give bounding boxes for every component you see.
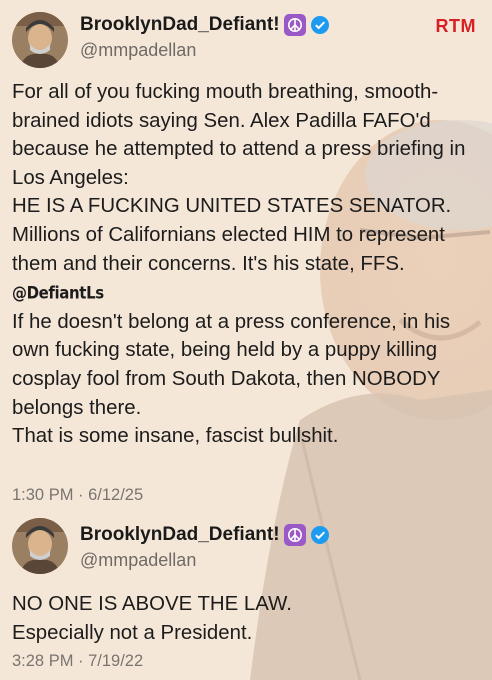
handle[interactable]: @mmpadellan	[80, 40, 196, 61]
tweet-paragraph: For all of you fucking mouth breathing, …	[12, 81, 466, 189]
avatar-photo-icon	[12, 12, 68, 68]
display-name[interactable]: BrooklynDad_Defiant!	[80, 524, 280, 546]
avatar-photo-icon	[12, 518, 68, 574]
tweet-paragraph: NO ONE IS ABOVE THE LAW.	[12, 593, 292, 615]
display-name[interactable]: BrooklynDad_Defiant!	[80, 14, 280, 36]
tweet-paragraph: If he doesn't belong at a press conferen…	[12, 310, 451, 419]
avatar[interactable]	[12, 518, 68, 574]
peace-sign-icon	[283, 524, 306, 546]
tweet-1-header: BrooklynDad_Defiant!	[80, 14, 330, 36]
timestamp[interactable]: 3:28 PM · 7/19/22	[12, 652, 143, 671]
handle[interactable]: @mmpadellan	[80, 550, 196, 571]
tweet-paragraph: HE IS A FUCKING UNITED STATES SENATOR. M…	[12, 192, 488, 307]
tweet-1-body: For all of you fucking mouth breathing, …	[12, 78, 488, 451]
tweet-2-body: NO ONE IS ABOVE THE LAW. Especially not …	[12, 590, 488, 647]
tweet-paragraph-text: HE IS A FUCKING UNITED STATES SENATOR. M…	[12, 195, 452, 275]
tweet-2-header: BrooklynDad_Defiant!	[80, 524, 330, 546]
tweet-paragraph: Especially not a President.	[12, 621, 253, 644]
rtm-logo: RTM	[435, 16, 476, 36]
peace-sign-icon	[283, 14, 306, 36]
verified-badge-icon	[310, 15, 330, 35]
timestamp[interactable]: 1:30 PM · 6/12/25	[12, 486, 143, 505]
verified-badge-icon	[310, 525, 330, 545]
inline-tag: @DefiantLs	[12, 282, 104, 304]
tweet-paragraph: That is some insane, fascist bullshit.	[12, 425, 339, 448]
avatar[interactable]	[12, 12, 68, 68]
